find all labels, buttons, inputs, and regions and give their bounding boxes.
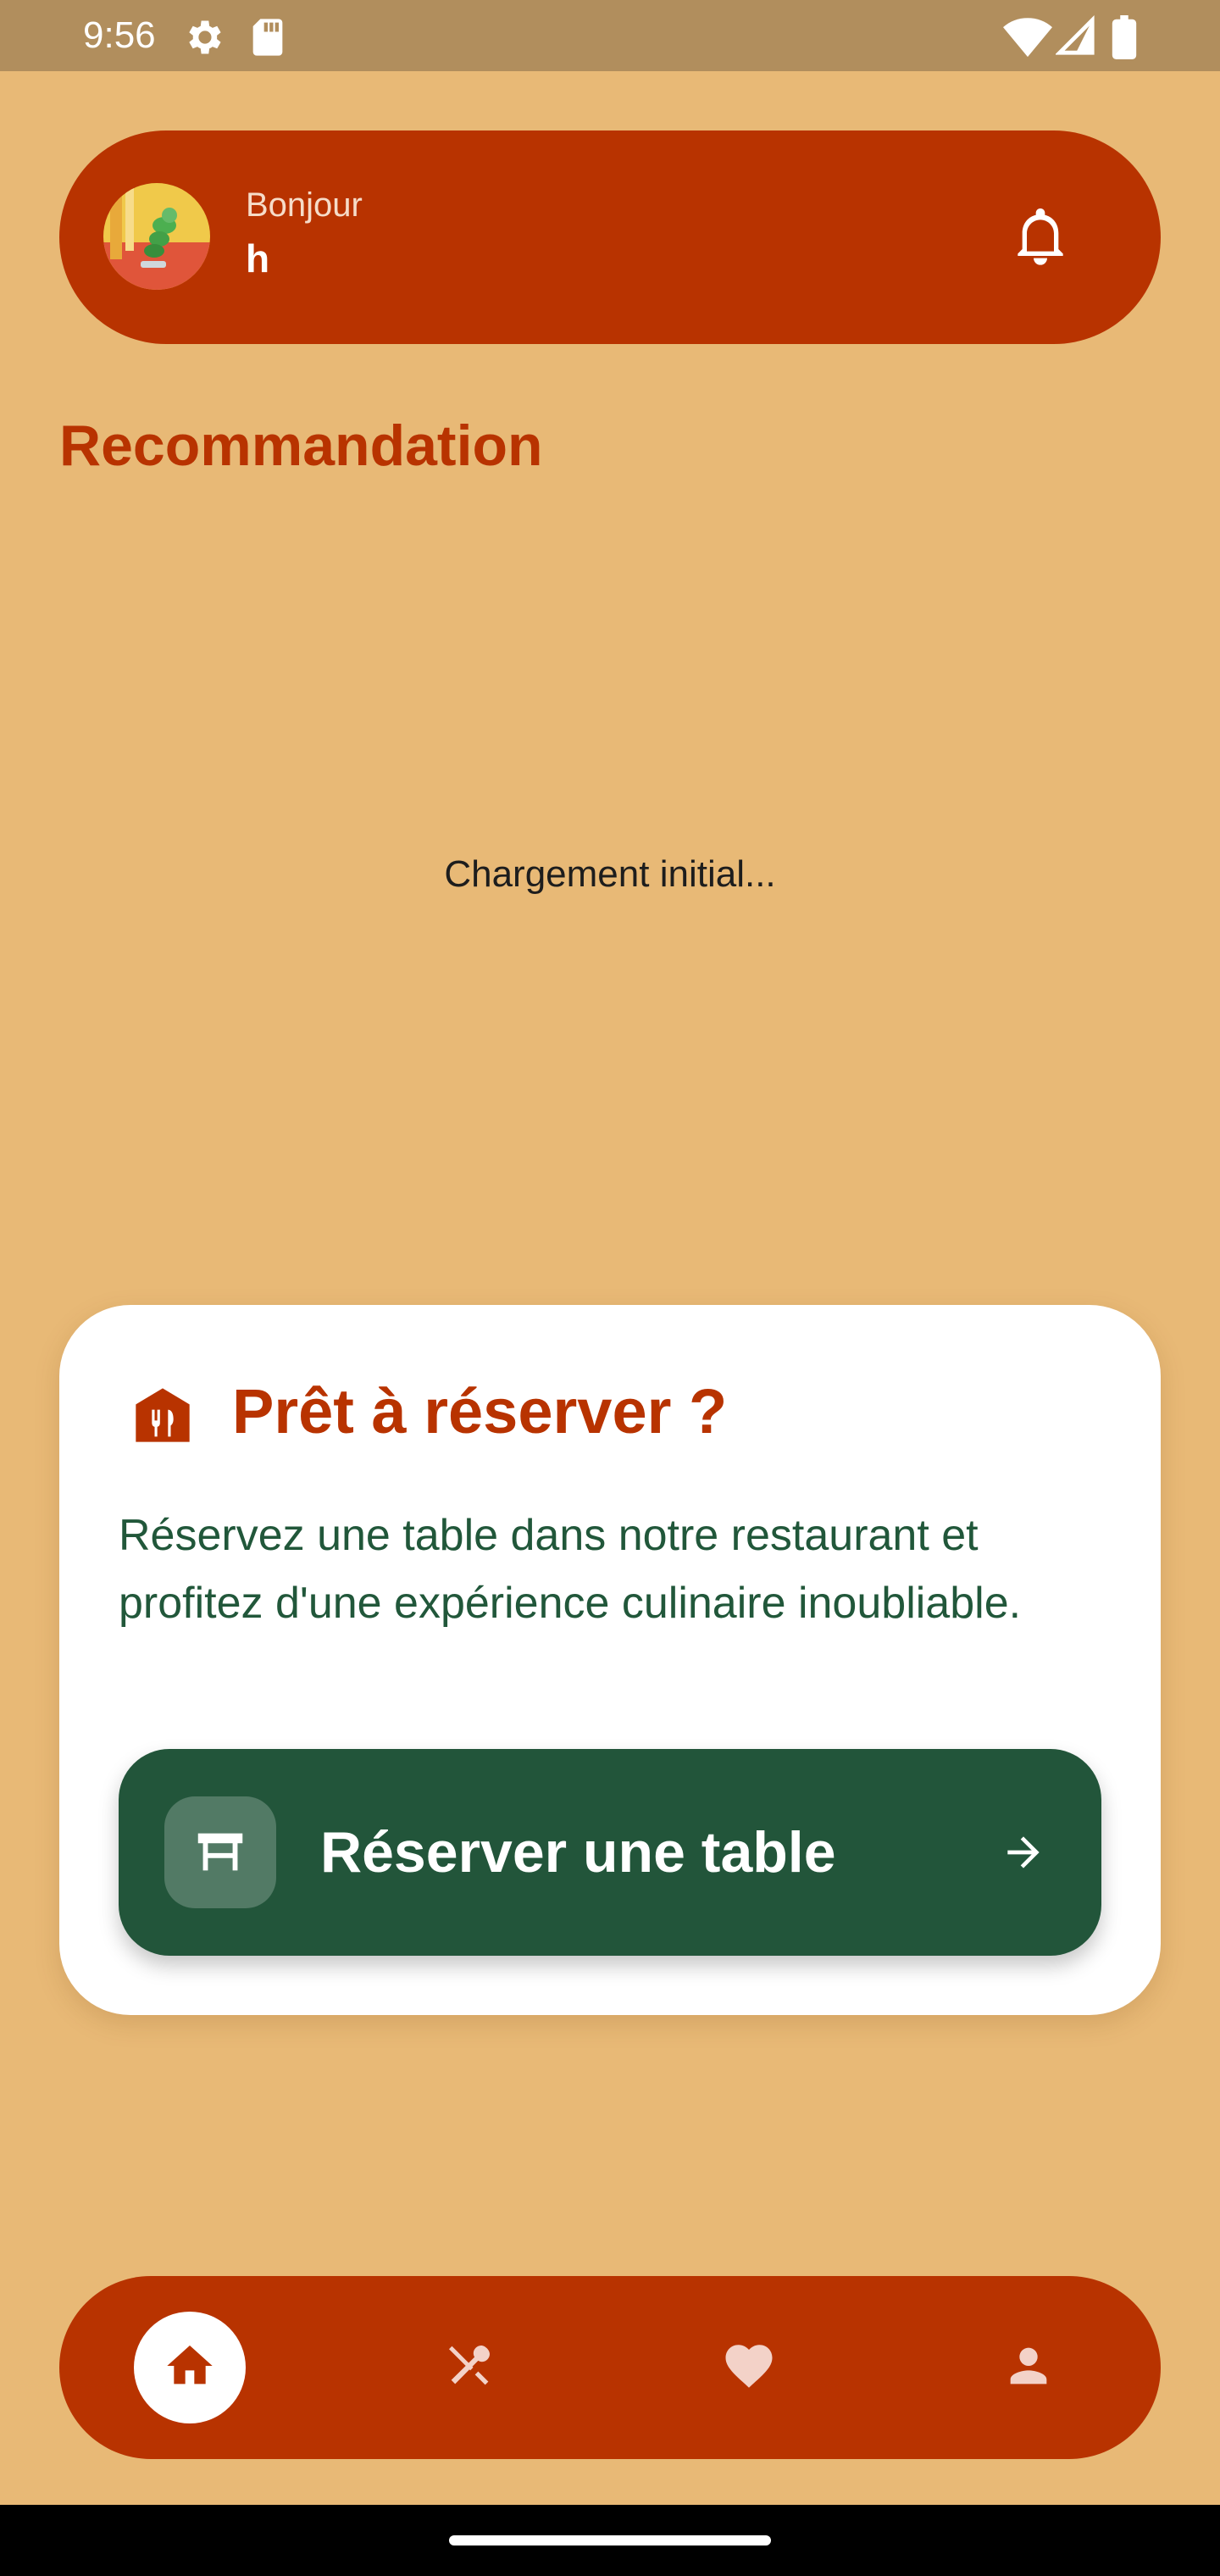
system-navigation-bar bbox=[0, 2505, 1220, 2576]
table-icon-box bbox=[164, 1796, 276, 1908]
wifi-icon bbox=[1003, 15, 1052, 62]
settings-icon bbox=[181, 15, 225, 64]
section-title: Recommandation bbox=[59, 414, 543, 478]
nav-item-favorites[interactable] bbox=[693, 2312, 805, 2423]
battery-icon bbox=[1112, 15, 1137, 64]
heart-icon bbox=[721, 2338, 777, 2398]
username-text: h bbox=[246, 236, 270, 280]
reservation-title: Prêt à réserver ? bbox=[232, 1376, 728, 1446]
reservation-card: Prêt à réserver ? Réservez une table dan… bbox=[59, 1305, 1161, 2015]
bottom-navigation bbox=[59, 2276, 1161, 2459]
reserve-table-button[interactable]: Réserver une table bbox=[119, 1749, 1101, 1956]
reservation-description: Réservez une table dans notre restaurant… bbox=[119, 1511, 1022, 1628]
avatar[interactable] bbox=[103, 183, 210, 290]
table-icon bbox=[191, 1821, 250, 1885]
home-icon bbox=[163, 2339, 217, 2397]
arrow-right-icon bbox=[1000, 1829, 1047, 1876]
nav-item-profile[interactable] bbox=[973, 2312, 1084, 2423]
notifications-button[interactable] bbox=[1008, 205, 1073, 269]
greeting-text: Bonjour bbox=[246, 186, 363, 224]
reserve-table-label: Réserver une table bbox=[320, 1820, 836, 1885]
loading-status-text: Chargement initial... bbox=[444, 853, 776, 895]
person-icon bbox=[1001, 2339, 1056, 2397]
status-bar: 9:56 bbox=[0, 0, 1220, 71]
home-gesture-handle[interactable] bbox=[449, 2535, 771, 2545]
nav-item-home[interactable] bbox=[134, 2312, 246, 2423]
nav-item-menu[interactable] bbox=[413, 2312, 525, 2423]
utensils-icon bbox=[442, 2339, 496, 2397]
status-time: 9:56 bbox=[83, 14, 156, 56]
header-card: Bonjour h bbox=[59, 130, 1161, 344]
sd-card-icon bbox=[249, 15, 286, 64]
restaurant-building-icon bbox=[130, 1383, 195, 1447]
notifications-bell-icon bbox=[1013, 206, 1068, 269]
signal-icon bbox=[1055, 15, 1096, 62]
